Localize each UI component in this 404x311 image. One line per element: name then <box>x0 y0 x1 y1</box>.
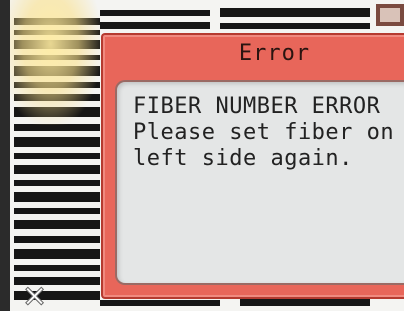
message-line-1: FIBER NUMBER ERROR <box>133 94 381 119</box>
dialog-message-panel: FIBER NUMBER ERROR Please set fiber on l… <box>115 80 404 285</box>
message-line-3: left side again. <box>133 146 353 171</box>
dialog-title: Error <box>238 41 311 66</box>
message-line-2: Please set fiber on <box>133 120 395 145</box>
close-icon[interactable]: ✕ <box>21 280 47 311</box>
error-dialog: Error FIBER NUMBER ERROR Please set fibe… <box>101 33 404 299</box>
device-screen: ✕ Error FIBER NUMBER ERROR Please set fi… <box>0 0 404 311</box>
